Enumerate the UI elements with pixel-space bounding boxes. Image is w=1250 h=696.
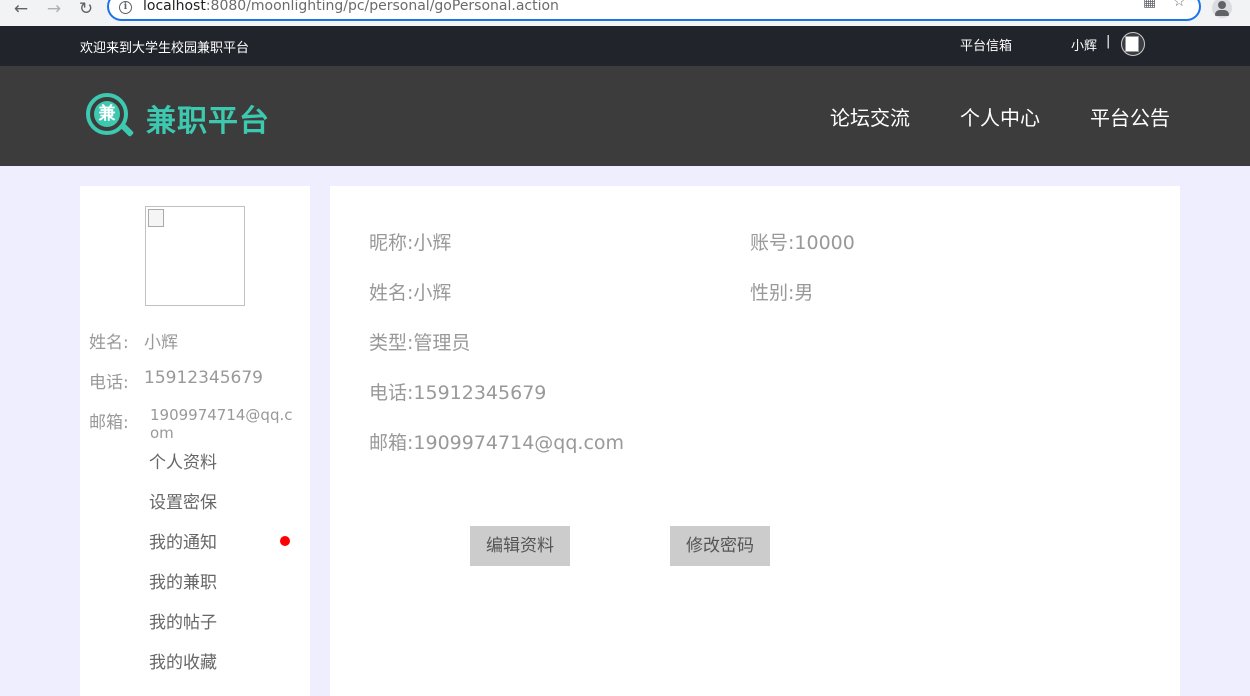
edit-profile-button[interactable]: 编辑资料 [470, 526, 570, 566]
sidebar-name-value: 小辉 [144, 333, 178, 353]
logo-char: 兼 [94, 101, 120, 127]
sidebar-item-my-jobs[interactable]: 我的兼职 [149, 568, 217, 593]
forward-arrow-icon[interactable]: → [44, 0, 64, 20]
topbar-separator: | [1106, 34, 1111, 49]
nav-personal-center[interactable]: 个人中心 [960, 102, 1040, 131]
sidebar-phone-label: 电话: [89, 373, 129, 393]
gender-field: 性别:男 [750, 278, 813, 305]
phone-field: 电话:15912345679 [369, 378, 546, 405]
url-host: localhost [143, 0, 206, 14]
address-url[interactable]: localhost:8080/moonlighting/pc/personal/… [143, 0, 559, 14]
browser-profile-icon[interactable] [1212, 0, 1232, 18]
reload-icon[interactable]: ↻ [76, 0, 96, 20]
email-label: 邮箱: [369, 432, 414, 454]
type-value: 管理员 [413, 332, 471, 354]
username-link[interactable]: 小辉 [1071, 35, 1097, 54]
sidebar-phone-value: 15912345679 [144, 368, 263, 388]
notification-dot-icon [280, 536, 290, 546]
browser-toolbar: ← → ↻ i localhost:8080/moonlighting/pc/p… [0, 0, 1250, 26]
realname-label: 姓名: [369, 282, 414, 304]
logo-magnifier-icon[interactable]: 兼 [86, 93, 136, 143]
url-path: :8080/moonlighting/pc/personal/goPersona… [205, 0, 559, 14]
sidebar-email-value: 1909974714@qq.com [150, 406, 293, 442]
profile-panel: 昵称:小辉 账号:10000 姓名:小辉 性别:男 类型:管理员 电话:1591… [330, 186, 1180, 696]
qr-code-icon[interactable]: ▦ [1143, 0, 1156, 10]
type-label: 类型: [369, 332, 414, 354]
sidebar-item-my-posts[interactable]: 我的帖子 [149, 608, 217, 633]
type-field: 类型:管理员 [369, 328, 470, 355]
nickname-value: 小辉 [413, 232, 452, 254]
realname-value: 小辉 [413, 282, 452, 304]
user-avatar[interactable] [1121, 32, 1145, 56]
change-password-button[interactable]: 修改密码 [670, 526, 770, 566]
nav-forum[interactable]: 论坛交流 [830, 102, 910, 131]
nickname-field: 昵称:小辉 [369, 228, 451, 255]
account-value: 10000 [794, 232, 855, 254]
logo-text[interactable]: 兼职平台 [146, 96, 270, 140]
back-arrow-icon[interactable]: ← [11, 0, 31, 20]
bookmark-star-icon[interactable]: ☆ [1173, 0, 1186, 10]
sidebar-item-favorites[interactable]: 我的收藏 [149, 648, 217, 673]
email-field: 邮箱:1909974714@qq.com [369, 428, 624, 455]
gender-value: 男 [794, 282, 814, 304]
platform-mailbox-link[interactable]: 平台信箱 [960, 35, 1012, 54]
site-header: 兼 兼职平台 论坛交流 个人中心 平台公告 [0, 66, 1250, 166]
profile-avatar-image [145, 206, 245, 306]
sidebar-email-label: 邮箱: [89, 413, 129, 433]
account-field: 账号:10000 [750, 228, 855, 255]
site-info-icon[interactable]: i [119, 1, 132, 14]
sidebar: 姓名: 小辉 电话: 15912345679 邮箱: 1909974714@qq… [80, 186, 310, 696]
welcome-text: 欢迎来到大学生校园兼职平台 [80, 41, 250, 56]
email-value: 1909974714@qq.com [413, 432, 625, 454]
nav-announcements[interactable]: 平台公告 [1090, 102, 1170, 131]
account-label: 账号: [750, 232, 795, 254]
sidebar-item-notifications[interactable]: 我的通知 [149, 528, 217, 553]
phone-value: 15912345679 [413, 382, 547, 404]
sidebar-item-security[interactable]: 设置密保 [149, 488, 217, 513]
logo-handle [119, 122, 135, 138]
nickname-label: 昵称: [369, 232, 414, 254]
top-bar: 欢迎来到大学生校园兼职平台 平台信箱 小辉 | [0, 26, 1250, 66]
phone-label: 电话: [369, 382, 414, 404]
sidebar-name-label: 姓名: [89, 333, 129, 353]
gender-label: 性别: [750, 282, 795, 304]
sidebar-item-profile[interactable]: 个人资料 [149, 448, 217, 473]
address-bar[interactable]: i localhost:8080/moonlighting/pc/persona… [107, 0, 1201, 21]
realname-field: 姓名:小辉 [369, 278, 451, 305]
